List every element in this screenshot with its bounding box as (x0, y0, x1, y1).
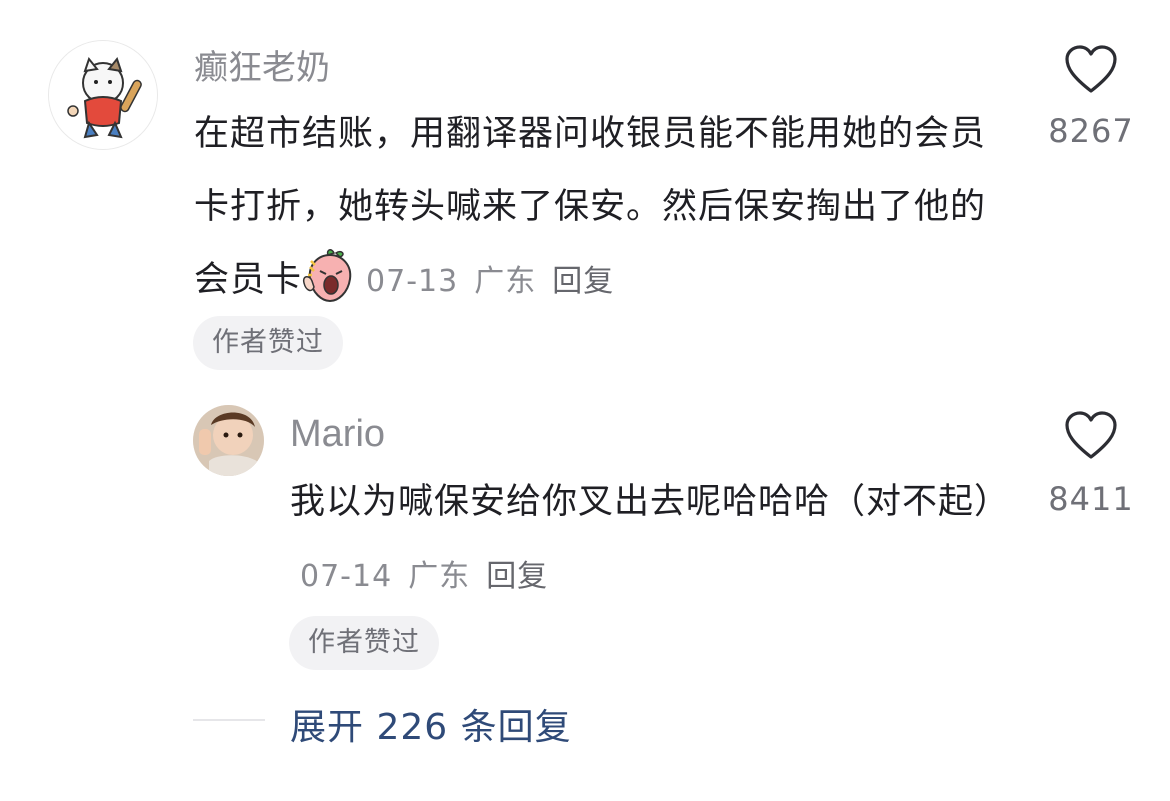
reply-author-liked-badge: 作者赞过 (289, 616, 439, 670)
cat-avatar-icon (49, 41, 157, 149)
reply-reply-button[interactable]: 回复 (486, 559, 548, 594)
reply-author-name[interactable]: Mario (290, 414, 385, 454)
reply-author-avatar[interactable] (193, 405, 264, 476)
comment-author-name[interactable]: 癫狂老奶 (194, 48, 330, 88)
heart-outline-icon (1065, 411, 1117, 459)
reply-text: 我以为喊保安给你叉出去呢哈哈哈（对不起） (290, 482, 1011, 522)
comment-like-button[interactable] (1063, 44, 1119, 96)
expand-divider (193, 719, 265, 721)
reply-date: 07-14 (300, 559, 393, 594)
reply-like-button[interactable] (1063, 410, 1119, 462)
comment-reply-button[interactable]: 回复 (552, 264, 614, 299)
comment-author-liked-badge: 作者赞过 (193, 316, 343, 370)
comment-location: 广东 (474, 264, 537, 299)
reply-body: 我以为喊保安给你叉出去呢哈哈哈（对不起） 07-14 广东 回复 (290, 466, 1009, 613)
expand-replies-button[interactable]: 展开 226 条回复 (290, 698, 572, 750)
comment-body: 在超市结账，用翻译器问收银员能不能用她的会员卡打折，她转头喊来了保安。然后保安掏… (194, 98, 994, 318)
child-photo-avatar-icon (193, 405, 264, 476)
comment-date: 07-13 (366, 264, 459, 299)
reply-location: 广东 (408, 559, 471, 594)
comment-like-count: 8267 (1048, 112, 1134, 150)
reply-like-count: 8411 (1048, 480, 1134, 518)
comment-author-avatar[interactable] (48, 40, 158, 150)
heart-outline-icon (1065, 45, 1117, 93)
screaming-peach-emoji-icon (302, 249, 358, 305)
